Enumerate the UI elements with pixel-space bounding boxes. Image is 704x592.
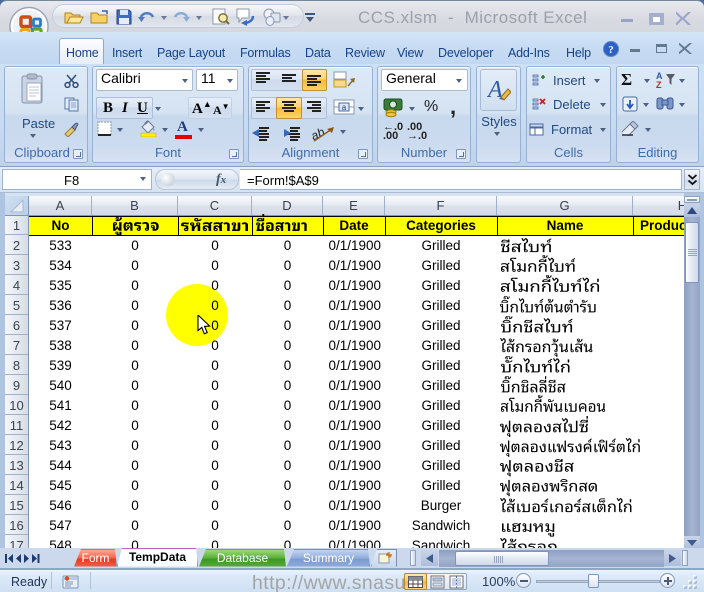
svg-text:Z: Z bbox=[656, 80, 662, 88]
svg-text:?: ? bbox=[608, 44, 614, 56]
svg-text:a: a bbox=[342, 103, 347, 112]
